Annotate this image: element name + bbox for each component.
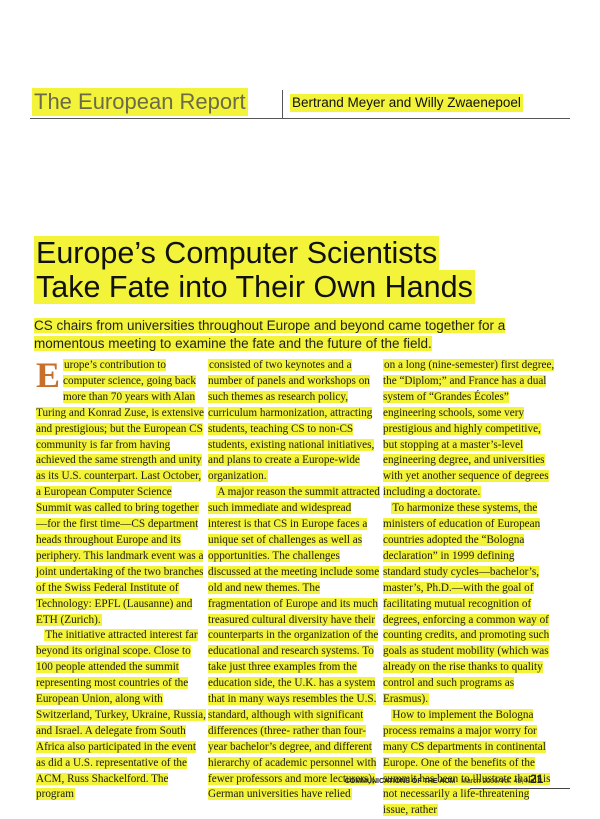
drop-cap: E: [36, 355, 61, 395]
section-title: The European Report: [32, 88, 248, 116]
article-title-line-1: Europe’s Computer Scientists: [34, 236, 440, 270]
column-1-paragraph-1: urope’s contribution to computer science…: [36, 359, 204, 626]
article-title-line-2: Take Fate into Their Own Hands: [34, 270, 475, 304]
text-column-3: on a long (nine-semester) first degree, …: [383, 358, 555, 819]
article-subtitle-text: CS chairs from universities throughout E…: [34, 318, 506, 351]
page-footer: COMMUNICATIONS OF THE ACM March 2006/Vol…: [300, 776, 542, 788]
column-2-paragraph-1: consisted of two keynotes and a number o…: [208, 359, 375, 483]
footer-rule: [470, 788, 570, 789]
header-divider: [282, 90, 283, 118]
publication-name: COMMUNICATIONS OF THE ACM: [344, 778, 456, 785]
text-column-1: E urope’s contribution to computer scien…: [36, 355, 208, 803]
column-1-paragraph-2: The initiative attracted interest far be…: [36, 629, 206, 801]
article-authors: Bertrand Meyer and Willy Zwaenepoel: [290, 94, 523, 112]
page-number: 21: [530, 772, 544, 786]
column-3-paragraph-1: on a long (nine-semester) first degree, …: [383, 359, 555, 499]
article-title: Europe’s Computer Scientists Take Fate i…: [34, 236, 574, 304]
text-column-2: consisted of two keynotes and a number o…: [208, 358, 380, 803]
column-3-paragraph-2: To harmonize these systems, the minister…: [383, 502, 550, 706]
column-2-paragraph-2: A major reason the summit attracted such…: [208, 486, 380, 801]
column-3-paragraph-3: How to implement the Bologna process rem…: [383, 708, 551, 817]
header-rule: [30, 118, 570, 119]
article-subtitle: CS chairs from universities throughout E…: [34, 317, 554, 353]
